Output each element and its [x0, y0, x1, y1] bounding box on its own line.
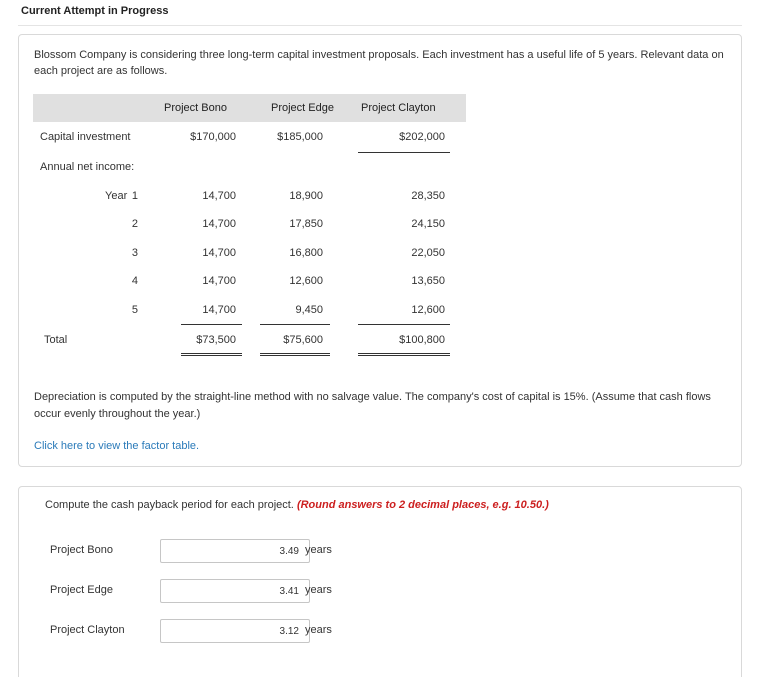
rounding-note: (Round answers to 2 decimal places, e.g.… [296, 499, 549, 511]
payback-input-edge[interactable] [160, 579, 310, 603]
col-header-bono: Project Bono [164, 102, 227, 114]
annual-income-label: Annual net income: [40, 161, 135, 173]
year-4-clayton: 13,650 [411, 275, 445, 287]
payback-input-clayton[interactable] [160, 619, 310, 643]
year-5-label: 5 [131, 304, 138, 316]
year-3-label: 3 [131, 247, 138, 259]
header-divider [18, 25, 742, 26]
year-3-clayton: 22,050 [411, 247, 445, 259]
year5-underline-edge [260, 324, 330, 325]
capital-clayton: $202,000 [399, 131, 445, 143]
intro-text: Blossom Company is considering three lon… [34, 49, 724, 77]
answer-unit-clayton: years [305, 624, 332, 636]
year-4-edge: 12,600 [289, 275, 323, 287]
answer-label-bono: Project Bono [50, 544, 113, 556]
col-header-clayton: Project Clayton [361, 102, 436, 114]
attempt-title: Current Attempt in Progress [21, 5, 169, 17]
question-text: Compute the cash payback period for each… [45, 499, 549, 511]
year-2-clayton: 24,150 [411, 218, 445, 230]
answer-unit-bono: years [305, 544, 332, 556]
total-label: Total [44, 334, 68, 346]
year5-underline-clayton [358, 324, 450, 325]
total-clayton: $100,800 [399, 334, 445, 346]
factor-table-link[interactable]: Click here to view the factor table. [34, 440, 199, 452]
year-prefix: Year [105, 190, 128, 202]
question-card: Compute the cash payback period for each… [18, 486, 742, 677]
total-edge: $75,600 [283, 334, 323, 346]
depreciation-text: Depreciation is computed by the straight… [34, 391, 711, 420]
answer-unit-edge: years [305, 584, 332, 596]
answer-label-clayton: Project Clayton [50, 624, 125, 636]
year-3-edge: 16,800 [289, 247, 323, 259]
year-1-label: 1 [131, 190, 138, 202]
year-3-bono: 14,700 [202, 247, 236, 259]
answer-label-edge: Project Edge [50, 584, 113, 596]
problem-card: Blossom Company is considering three lon… [18, 34, 742, 467]
capital-label: Capital investment [40, 131, 131, 143]
capital-underline [358, 152, 450, 153]
total-double-underline-edge [260, 353, 330, 356]
payback-input-bono[interactable] [160, 539, 310, 563]
year-1-clayton: 28,350 [411, 190, 445, 202]
capital-bono: $170,000 [190, 131, 236, 143]
year-2-label: 2 [131, 218, 138, 230]
year5-underline-bono [181, 324, 242, 325]
total-bono: $73,500 [196, 334, 236, 346]
year-2-bono: 14,700 [202, 218, 236, 230]
year-4-label: 4 [131, 275, 138, 287]
year-1-bono: 14,700 [202, 190, 236, 202]
total-double-underline-bono [181, 353, 242, 356]
question-prompt: Compute the cash payback period for each… [45, 499, 294, 511]
year-1-edge: 18,900 [289, 190, 323, 202]
year-5-clayton: 12,600 [411, 304, 445, 316]
year-4-bono: 14,700 [202, 275, 236, 287]
year-2-edge: 17,850 [289, 218, 323, 230]
capital-edge: $185,000 [277, 131, 323, 143]
year-5-edge: 9,450 [295, 304, 323, 316]
col-header-edge: Project Edge [271, 102, 334, 114]
year-5-bono: 14,700 [202, 304, 236, 316]
total-double-underline-clayton [358, 353, 450, 356]
